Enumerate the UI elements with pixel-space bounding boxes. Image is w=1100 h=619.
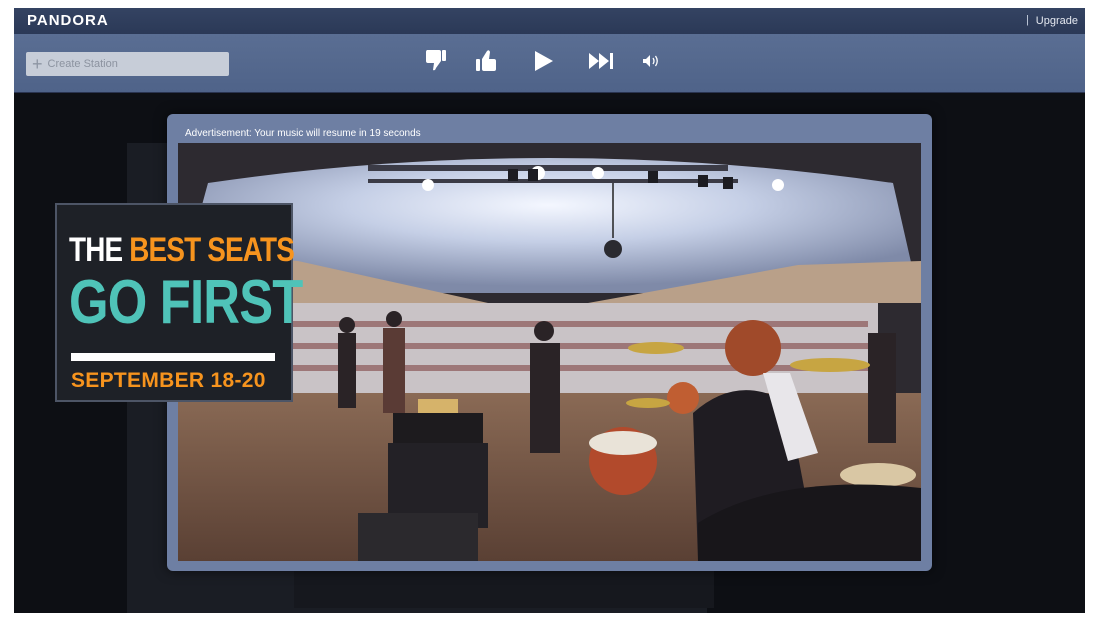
ad-headline-line1: THE BEST SEATS [69,231,295,270]
play-button[interactable] [527,44,561,78]
volume-button[interactable] [634,44,668,78]
skip-icon [589,53,613,69]
ad-headline-line2: GO FIRST [69,268,303,337]
create-station-placeholder: Create Station [47,58,118,70]
create-station-input[interactable]: + Create Station [26,52,229,76]
upgrade-link[interactable]: Upgrade [1036,15,1078,27]
thumbs-down-icon [425,50,446,71]
top-bar: PANDORA | Upgrade [14,8,1085,35]
play-icon [535,51,553,71]
background-ad-letters [929,148,969,338]
ad-date: SEPTEMBER 18-20 [71,369,266,392]
pandora-logo[interactable]: PANDORA [27,12,109,29]
ad-headline-white: THE [69,231,123,269]
ad-badge[interactable]: THE BEST SEATS GO FIRST SEPTEMBER 18-20 [55,203,303,402]
volume-icon [643,55,658,67]
thumbs-up-icon [476,50,496,71]
thumbs-up-button[interactable] [469,44,503,78]
player-toolbar: + Create Station [14,34,1085,93]
skip-button[interactable] [585,44,619,78]
ad-countdown-message: Advertisement: Your music will resume in… [185,128,421,139]
ad-headline-orange: BEST SEATS [129,231,295,269]
upgrade-separator: | [1026,14,1029,26]
pandora-app: PANDORA | Upgrade + Create Station Adver… [14,8,1085,613]
thumbs-down-button[interactable] [419,44,453,78]
ad-divider [71,353,275,361]
plus-icon: + [32,54,43,74]
